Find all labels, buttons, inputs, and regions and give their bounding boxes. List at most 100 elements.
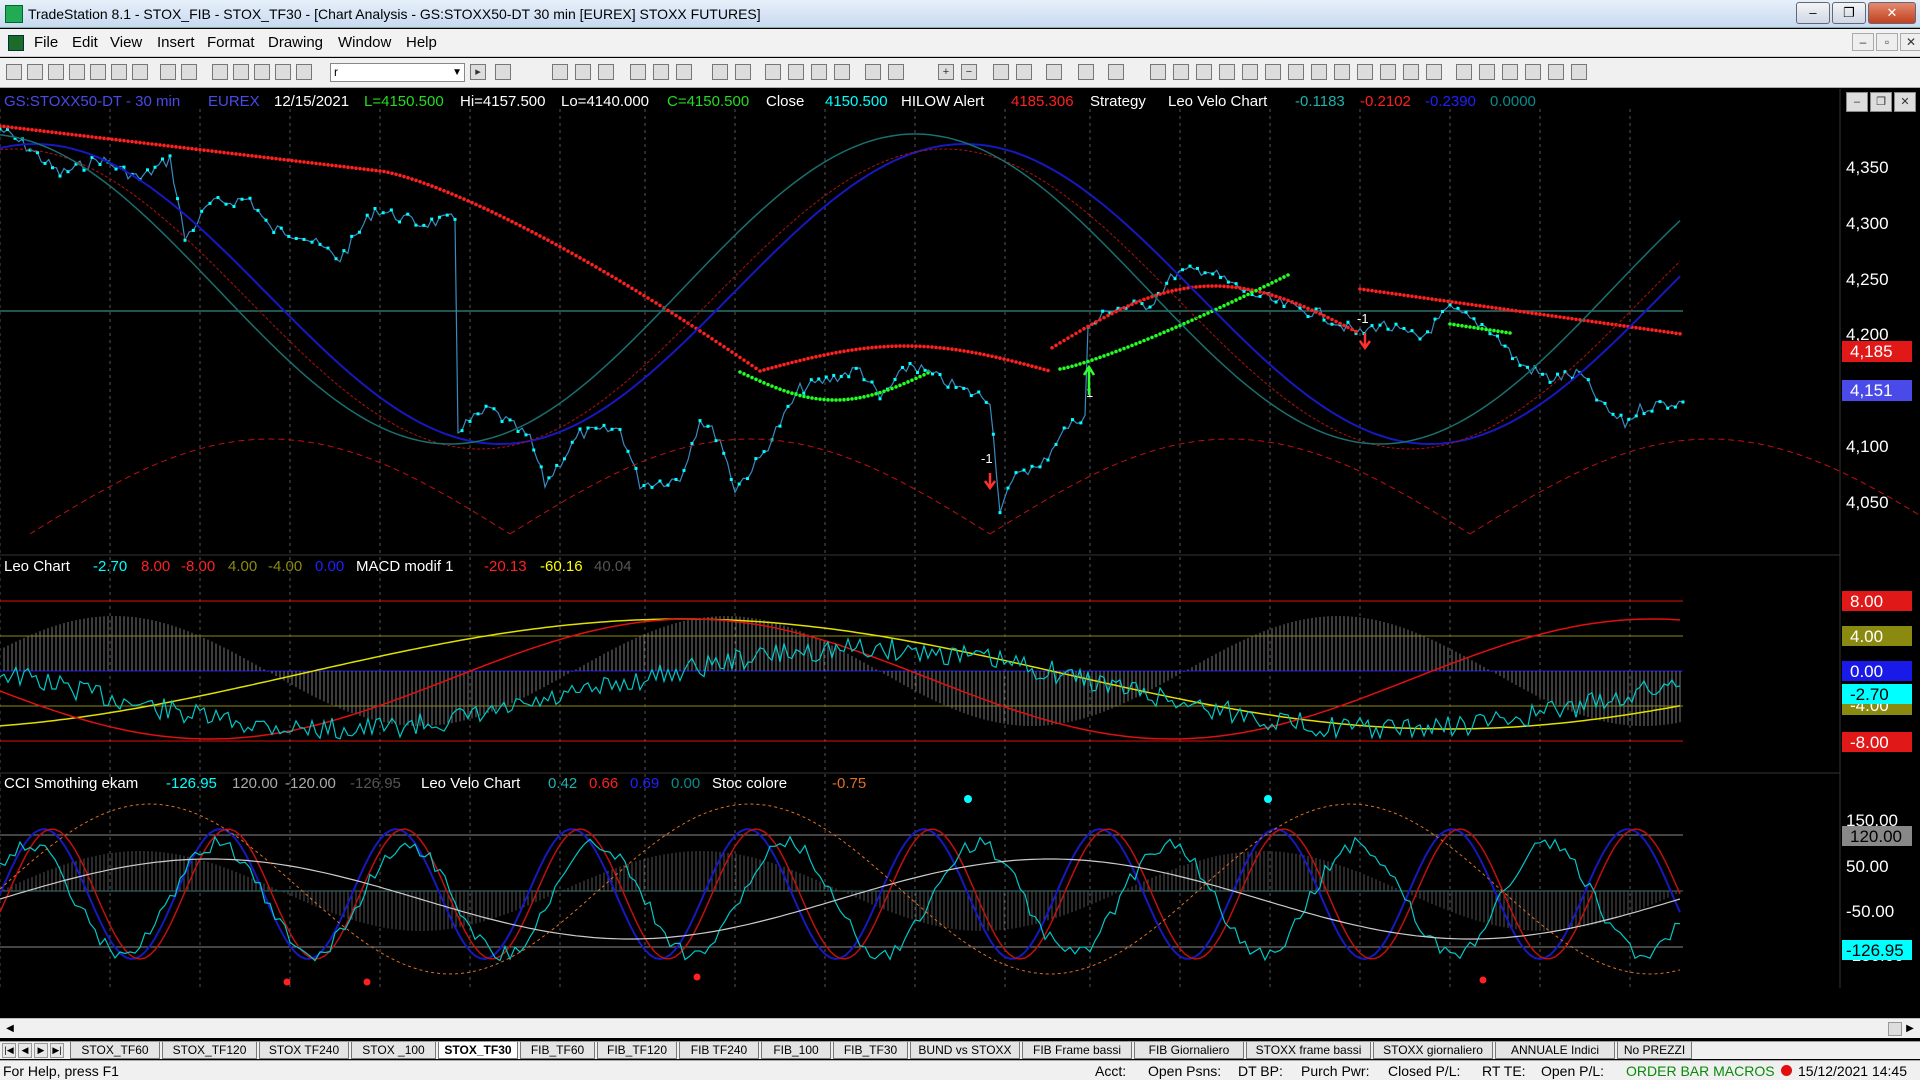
workspace-tab[interactable]: STOXX frame bassi (1246, 1042, 1371, 1059)
up-arrow-icon[interactable] (1502, 64, 1518, 80)
next-tab-icon[interactable]: ▶ (34, 1043, 48, 1058)
chart-analysis-window[interactable]: GS:STOXX50-DT - 30 min EUREX 12/15/2021 … (0, 89, 1920, 990)
candle-icon[interactable] (811, 64, 827, 80)
menu-help[interactable]: Help (406, 34, 437, 51)
refresh-icon[interactable] (712, 64, 728, 80)
pitchfork-icon[interactable] (1426, 64, 1442, 80)
chart-type-icon[interactable] (296, 64, 312, 80)
new-chart-icon[interactable] (27, 64, 43, 80)
indicator-icon[interactable] (630, 64, 646, 80)
workspace-tab[interactable]: ANNUALE Indici (1495, 1042, 1615, 1059)
workspace-tab[interactable]: FIB TF240 (679, 1042, 759, 1059)
mdi-restore-button[interactable]: ▫ (1876, 33, 1898, 51)
workspace-tab[interactable]: STOX_TF30 (438, 1042, 518, 1059)
menu-drawing[interactable]: Drawing (268, 34, 323, 51)
cycle-icon[interactable] (1403, 64, 1419, 80)
lock-icon[interactable] (254, 64, 270, 80)
workspace-tab[interactable]: FIB Giornaliero (1134, 1042, 1244, 1059)
scroll-left-icon[interactable]: ◀ (3, 1022, 17, 1036)
menu-window[interactable]: Window (338, 34, 391, 51)
workspace-tab[interactable]: STOX _100 (351, 1042, 436, 1059)
folder-icon[interactable] (132, 64, 148, 80)
trendline-icon[interactable] (1150, 64, 1166, 80)
compress-icon[interactable] (865, 64, 881, 80)
ellipse-icon[interactable] (1525, 64, 1541, 80)
alert-icon[interactable] (676, 64, 692, 80)
chart-close-button[interactable]: ✕ (1894, 92, 1916, 112)
find-icon[interactable] (495, 64, 511, 80)
first-tab-icon[interactable]: |◀ (2, 1043, 16, 1058)
channel-icon[interactable] (1380, 64, 1396, 80)
menu-file[interactable]: File (34, 34, 58, 51)
mdi-close-button[interactable]: ✕ (1900, 33, 1920, 51)
bar-chart-icon[interactable] (765, 64, 781, 80)
grid-icon[interactable] (552, 64, 568, 80)
angle-icon[interactable] (1265, 64, 1281, 80)
workspace-tab[interactable]: STOX_TF120 (162, 1042, 257, 1059)
open-icon[interactable] (48, 64, 64, 80)
menu-view[interactable]: View (110, 34, 142, 51)
workspace-tab[interactable]: BUND vs STOXX (910, 1042, 1020, 1059)
data-window-icon[interactable] (735, 64, 751, 80)
workspace-tab[interactable]: STOX TF240 (259, 1042, 349, 1059)
save-icon[interactable] (90, 64, 106, 80)
menu-format[interactable]: Format (207, 34, 255, 51)
regression-icon[interactable] (1334, 64, 1350, 80)
table-icon[interactable] (598, 64, 614, 80)
close-button[interactable]: ✕ (1868, 2, 1916, 24)
maximize-button[interactable]: ❐ (1832, 2, 1866, 24)
copy-icon[interactable] (212, 64, 228, 80)
new-icon[interactable] (6, 64, 22, 80)
extend-line-icon[interactable] (1357, 64, 1373, 80)
workspace-tab[interactable]: FIB_TF60 (520, 1042, 595, 1059)
chart-restore-button[interactable]: ❐ (1870, 92, 1892, 112)
link-icon[interactable] (275, 64, 291, 80)
print-preview-icon[interactable] (181, 64, 197, 80)
tools-icon[interactable] (1046, 64, 1062, 80)
last-tab-icon[interactable]: ▶| (50, 1043, 64, 1058)
speed-lines-icon[interactable] (1288, 64, 1304, 80)
print-icon[interactable] (160, 64, 176, 80)
menu-edit[interactable]: Edit (72, 34, 98, 51)
chart-minimize-button[interactable]: – (1846, 92, 1868, 112)
pointer-icon[interactable] (993, 64, 1009, 80)
line-chart-icon[interactable] (834, 64, 850, 80)
crosshair-icon[interactable] (1016, 64, 1032, 80)
save-workspace-icon[interactable] (111, 64, 127, 80)
workspace-tab[interactable]: FIB_TF120 (597, 1042, 677, 1059)
chevron-down-icon[interactable]: ▼ (452, 64, 462, 81)
workspace-tab[interactable]: STOX_TF60 (70, 1042, 160, 1059)
gann-fan-icon[interactable] (1311, 64, 1327, 80)
scale-icon[interactable] (788, 64, 804, 80)
status-macros[interactable]: ORDER BAR MACROS (1626, 1063, 1775, 1079)
paste-icon[interactable] (233, 64, 249, 80)
eraser-icon[interactable] (1078, 64, 1094, 80)
prev-tab-icon[interactable]: ◀ (18, 1043, 32, 1058)
scroll-grip-icon[interactable] (1888, 1022, 1902, 1036)
menu-insert[interactable]: Insert (157, 34, 195, 51)
workspace-tab[interactable]: FIB Frame bassi (1022, 1042, 1132, 1059)
chart-canvas[interactable]: GS:STOXX50-DT - 30 min EUREX 12/15/2021 … (0, 89, 1920, 990)
open-workspace-icon[interactable] (69, 64, 85, 80)
mdi-minimize-button[interactable]: – (1852, 33, 1874, 51)
zoom-in-icon[interactable]: + (938, 64, 954, 80)
down-arrow-icon[interactable] (1479, 64, 1495, 80)
rectangle-icon[interactable] (1548, 64, 1564, 80)
check-icon[interactable] (1456, 64, 1472, 80)
horizontal-lines-icon[interactable] (1196, 64, 1212, 80)
symbol-combo[interactable]: r ▼ (330, 63, 465, 82)
minimize-button[interactable]: – (1796, 2, 1830, 24)
fibonacci-icon[interactable] (1219, 64, 1235, 80)
text-icon[interactable] (1571, 64, 1587, 80)
scroll-right-icon[interactable]: ▶ (1903, 1022, 1917, 1036)
vertical-lines-icon[interactable] (1173, 64, 1189, 80)
workspace-tab[interactable]: STOXX giornaliero (1373, 1042, 1493, 1059)
pencil-icon[interactable] (1108, 64, 1124, 80)
workspace-tab[interactable]: FIB_TF30 (833, 1042, 908, 1059)
format-icon[interactable] (575, 64, 591, 80)
expand-icon[interactable] (888, 64, 904, 80)
strategy-icon[interactable] (653, 64, 669, 80)
zoom-out-icon[interactable]: − (961, 64, 977, 80)
workspace-tab[interactable]: FIB_100 (761, 1042, 831, 1059)
horizontal-scrollbar[interactable]: ◀ ▶ (0, 1018, 1920, 1038)
